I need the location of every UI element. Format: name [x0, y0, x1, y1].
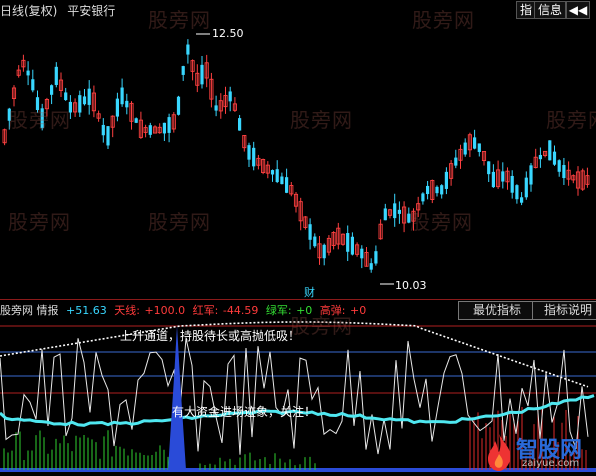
candle-body [275, 169, 279, 183]
watermark: 股旁网 [8, 210, 71, 234]
watermark: 股旁网 [8, 108, 71, 132]
candle-body [393, 203, 397, 219]
candle-body [562, 165, 566, 179]
watermark: 股旁网 [412, 8, 475, 32]
indicator-button[interactable]: 指 [516, 1, 537, 19]
candle-body [87, 88, 91, 105]
capital-spike [168, 326, 186, 470]
candle-body [369, 263, 373, 270]
finance-marker[interactable]: 财 [304, 284, 315, 300]
candle-body [228, 91, 232, 102]
funds-annotation: 有大资金进场迹象，关注！ [172, 405, 317, 419]
candle-body [54, 66, 58, 85]
candle-body [31, 79, 35, 91]
candle-body [313, 236, 317, 247]
watermark: 股旁网 [148, 8, 211, 32]
candlestick-chart[interactable] [0, 0, 596, 300]
candle-body [350, 236, 354, 255]
candle-body [285, 177, 289, 193]
high-price-label: 12.50 [212, 27, 244, 40]
indicator-value: 红军: [192, 304, 219, 317]
candle-body [50, 85, 54, 95]
candle-body [557, 160, 561, 172]
candle-body [270, 170, 275, 175]
candle-body [529, 165, 533, 185]
candle-body [308, 224, 312, 240]
low-price-label: 10.03 [395, 279, 427, 292]
candle-body [181, 66, 185, 75]
logo-url: zaiyue.com [522, 458, 580, 469]
watermark: 股旁网 [410, 210, 473, 234]
candle-body [374, 251, 378, 264]
candle-body [238, 118, 242, 131]
indicator-value: +51.63 [66, 304, 107, 317]
chart-title: 日线(复权) 平安银行 [0, 2, 115, 19]
pane-divider [0, 299, 596, 300]
candle-body [426, 185, 430, 195]
candle-body [247, 145, 251, 160]
flame-logo-icon [488, 434, 511, 471]
candle-body [78, 95, 82, 113]
info-button[interactable]: 信息 [534, 1, 567, 19]
candle-body [214, 105, 218, 111]
candle-body [106, 126, 110, 146]
candle-body [115, 98, 119, 117]
candle-body [477, 143, 481, 152]
channel-annotation: 上升通道，持股待长或高抛低吸！ [120, 329, 301, 343]
candle-body [473, 137, 477, 149]
candle-body [538, 154, 542, 160]
candle-body [520, 197, 524, 203]
candle-body [120, 87, 124, 105]
indicator-value: +100.0 [144, 304, 186, 317]
candle-body [515, 185, 519, 200]
watermark: 股旁网 [290, 108, 353, 132]
candle-body [454, 157, 458, 166]
candle-body [501, 171, 505, 182]
candle-body [26, 70, 30, 76]
candle-body [252, 147, 256, 167]
indicator-value: -44.59 [222, 304, 259, 317]
candle-body [346, 233, 350, 252]
candle-body [64, 92, 68, 101]
back-arrows-icon[interactable]: ◀◀ [566, 1, 590, 19]
watermark: 股旁网 [290, 314, 353, 338]
candle-body [176, 96, 181, 115]
candle-body [322, 244, 326, 259]
period-label: 日线(复权) [0, 4, 58, 18]
candle-body [444, 171, 448, 189]
candle-body [280, 176, 284, 185]
candle-body [186, 44, 190, 55]
indicator-name: 股旁网 情报 [0, 304, 59, 317]
candle-body [82, 96, 87, 105]
stock-name: 平安银行 [67, 4, 116, 18]
candle-body [200, 64, 204, 85]
candle-body [524, 177, 528, 198]
candle-body [101, 124, 105, 136]
candle-body [463, 142, 467, 155]
candle-body [125, 100, 129, 108]
candle-body [360, 248, 364, 259]
candle-body [148, 125, 152, 135]
candle-body [487, 161, 491, 175]
watermark: 股旁网 [148, 210, 211, 234]
candle-body [435, 186, 439, 194]
indicator-value: 绿军: [265, 304, 292, 317]
candle-body [510, 175, 514, 193]
candle-body [548, 140, 552, 161]
candle-body [383, 208, 387, 221]
candle-body [421, 193, 425, 202]
candle-body [134, 118, 138, 123]
candle-body [397, 209, 401, 214]
candle-body [440, 185, 444, 195]
watermark: 股旁网 [546, 108, 596, 132]
candle-body [552, 151, 557, 165]
candle-body [491, 171, 495, 188]
candle-body [162, 122, 166, 134]
indicator-value: 天线: [114, 304, 140, 317]
candle-body [167, 117, 171, 133]
